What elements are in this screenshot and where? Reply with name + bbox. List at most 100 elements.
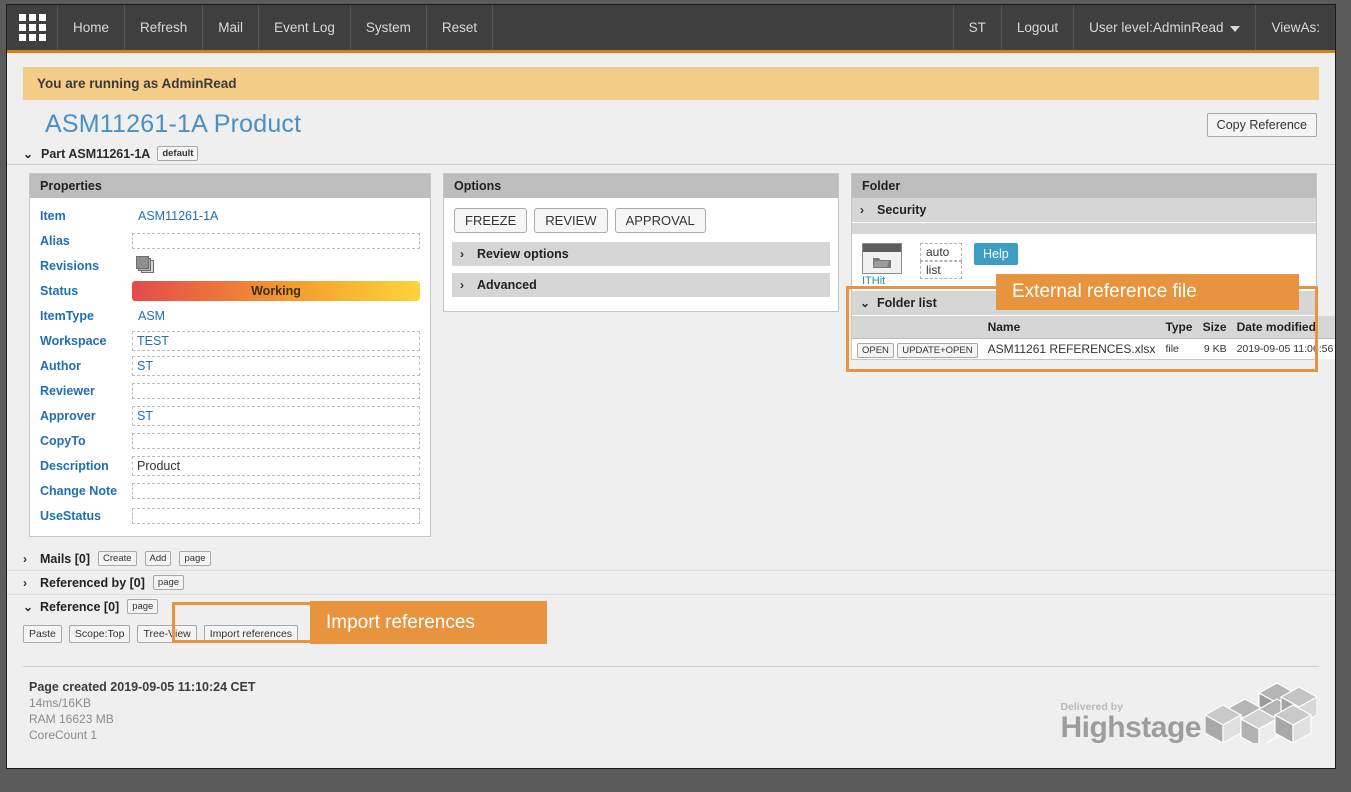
footer-stats: Page created 2019-09-05 11:10:24 CET 14m…	[29, 679, 256, 743]
nav-spacer	[493, 5, 954, 50]
tree-view-button[interactable]: Tree-View	[137, 625, 197, 643]
property-value-usestatus[interactable]	[132, 507, 420, 524]
property-value-author[interactable]: ST	[132, 355, 420, 376]
nav-item-home[interactable]: Home	[58, 5, 126, 50]
top-navigation-bar: Home Refresh Mail Event Log System Reset…	[7, 5, 1335, 53]
help-button[interactable]: Help	[974, 243, 1018, 265]
property-value-item[interactable]: ASM11261-1A	[132, 207, 428, 225]
property-label: Change Note	[40, 483, 118, 498]
part-section-label: Part ASM11261-1A	[41, 146, 151, 161]
property-value-workspace[interactable]: TEST	[132, 330, 420, 351]
scope-top-button[interactable]: Scope:Top	[68, 625, 131, 643]
nav-label: ST	[968, 20, 986, 35]
referenced-by-label: Referenced by [0]	[40, 575, 145, 590]
reference-section-header[interactable]: ⌄ Reference [0] page	[7, 595, 1335, 618]
column-name: Name	[982, 316, 1161, 339]
mails-page-button[interactable]: page	[179, 551, 211, 566]
property-value-description[interactable]: Product	[132, 455, 420, 476]
properties-panel: Properties Item ASM11261-1A Alias Revisi…	[29, 173, 431, 537]
nav-label: System	[365, 20, 411, 35]
timing-text: 14ms/16KB	[29, 696, 92, 710]
property-value-itemtype[interactable]: ASM	[132, 307, 428, 325]
copy-reference-button[interactable]: Copy Reference	[1206, 112, 1317, 137]
security-collapsible[interactable]: › Security	[852, 198, 1316, 223]
reference-page-button[interactable]: page	[127, 599, 159, 614]
referenced-by-section-header[interactable]: › Referenced by [0] page	[7, 571, 1335, 595]
freeze-button[interactable]: FREEZE	[454, 208, 528, 233]
mails-create-button[interactable]: Create	[98, 551, 137, 566]
ithit-link[interactable]: ITHit	[862, 275, 908, 287]
nav-item-logout[interactable]: Logout	[1002, 5, 1075, 50]
mails-section-header[interactable]: › Mails [0] Create Add page	[7, 547, 1335, 571]
callout-external-reference-file: External reference file	[996, 274, 1299, 310]
chevron-right-icon: ›	[860, 203, 864, 217]
table-row: OPEN UPDATE+OPEN ASM11261 REFERENCES.xls…	[852, 338, 1335, 359]
property-value-alias[interactable]	[132, 232, 420, 249]
approval-button[interactable]: APPROVAL	[614, 208, 706, 233]
reference-toolbar: Paste Scope:Top Tree-View Import referen…	[7, 618, 1335, 652]
mails-add-button[interactable]: Add	[144, 551, 172, 566]
apps-grid-icon[interactable]	[7, 5, 58, 50]
property-value-copyto[interactable]	[132, 432, 420, 449]
browser-content: Home Refresh Mail Event Log System Reset…	[6, 4, 1336, 769]
part-default-badge[interactable]: default	[157, 146, 199, 161]
paste-button[interactable]: Paste	[23, 625, 62, 643]
property-row-status: Status Working	[30, 278, 430, 303]
property-value-approver[interactable]: ST	[132, 405, 420, 426]
column-date-modified: Date modified	[1231, 316, 1335, 339]
folder-icon-wrap[interactable]: ITHit	[862, 243, 908, 287]
property-value-change-note[interactable]	[132, 482, 420, 499]
nav-label: Home	[73, 20, 110, 35]
property-label: Reviewer	[40, 383, 95, 398]
page-footer: Page created 2019-09-05 11:10:24 CET 14m…	[7, 667, 1335, 761]
nav-item-event-log[interactable]: Event Log	[259, 5, 351, 50]
column-type: Type	[1160, 316, 1198, 339]
callout-text: Import references	[326, 611, 475, 633]
part-section-header[interactable]: ⌄ Part ASM11261-1A default	[7, 143, 1335, 165]
advanced-collapsible[interactable]: › Advanced	[452, 272, 830, 297]
property-value-revisions[interactable]	[132, 254, 428, 277]
page-body: You are running as AdminRead ASM11261-1A…	[7, 67, 1335, 761]
highstage-cubes-logo-icon	[1205, 682, 1317, 743]
referenced-by-page-button[interactable]: page	[152, 575, 185, 590]
nav-right-group: ST Logout User level:AdminRead ViewAs:	[954, 5, 1335, 50]
nav-item-mail[interactable]: Mail	[203, 5, 260, 50]
review-options-collapsible[interactable]: › Review options	[452, 241, 830, 266]
callout-text: External reference file	[1012, 281, 1197, 302]
chevron-down-icon: ⌄	[23, 146, 34, 161]
nav-item-refresh[interactable]: Refresh	[125, 5, 204, 50]
title-row: ASM11261-1A Product Copy Reference	[7, 100, 1335, 143]
auto-field[interactable]: auto	[920, 243, 962, 261]
ram-text: RAM 16623 MB	[29, 712, 114, 726]
nav-item-system[interactable]: System	[351, 5, 427, 50]
folder-open-icon[interactable]	[862, 243, 902, 274]
folder-panel: Folder › Security ITHit auto list Help ⌄…	[851, 173, 1335, 360]
nav-label: Logout	[1016, 20, 1059, 35]
nav-label: ViewAs:	[1271, 20, 1320, 35]
brand-name: Highstage	[1060, 711, 1201, 744]
nav-label: Reset	[441, 20, 478, 35]
brand-block: Delivered by Highstage	[1060, 681, 1317, 743]
properties-panel-title: Properties	[30, 174, 430, 198]
page-title: ASM11261-1A Product	[45, 110, 302, 138]
update-open-button[interactable]: UPDATE+OPEN	[897, 343, 978, 358]
review-button[interactable]: REVIEW	[534, 208, 608, 233]
property-row-copyto: CopyTo	[30, 428, 430, 453]
file-name-link[interactable]: ASM11261 REFERENCES.xlsx	[982, 338, 1161, 359]
callout-import-references: Import references	[310, 601, 547, 644]
stacked-pages-icon[interactable]	[136, 256, 154, 273]
nav-item-reset[interactable]: Reset	[427, 5, 494, 50]
nav-item-user-initials[interactable]: ST	[954, 5, 1002, 50]
chevron-right-icon: ›	[460, 247, 464, 261]
property-value-reviewer[interactable]	[132, 382, 420, 399]
nav-item-user-level[interactable]: User level:AdminRead	[1074, 5, 1257, 50]
options-panel-title: Options	[444, 174, 838, 198]
open-button[interactable]: OPEN	[857, 343, 894, 358]
nav-item-view-as[interactable]: ViewAs:	[1256, 5, 1335, 50]
chevron-right-icon: ›	[23, 575, 27, 590]
import-references-button[interactable]: Import references	[203, 625, 299, 643]
nav-label: Event Log	[274, 20, 335, 35]
property-row-alias: Alias	[30, 228, 430, 253]
list-field[interactable]: list	[920, 261, 962, 279]
property-row-approver: Approver ST	[30, 403, 430, 428]
